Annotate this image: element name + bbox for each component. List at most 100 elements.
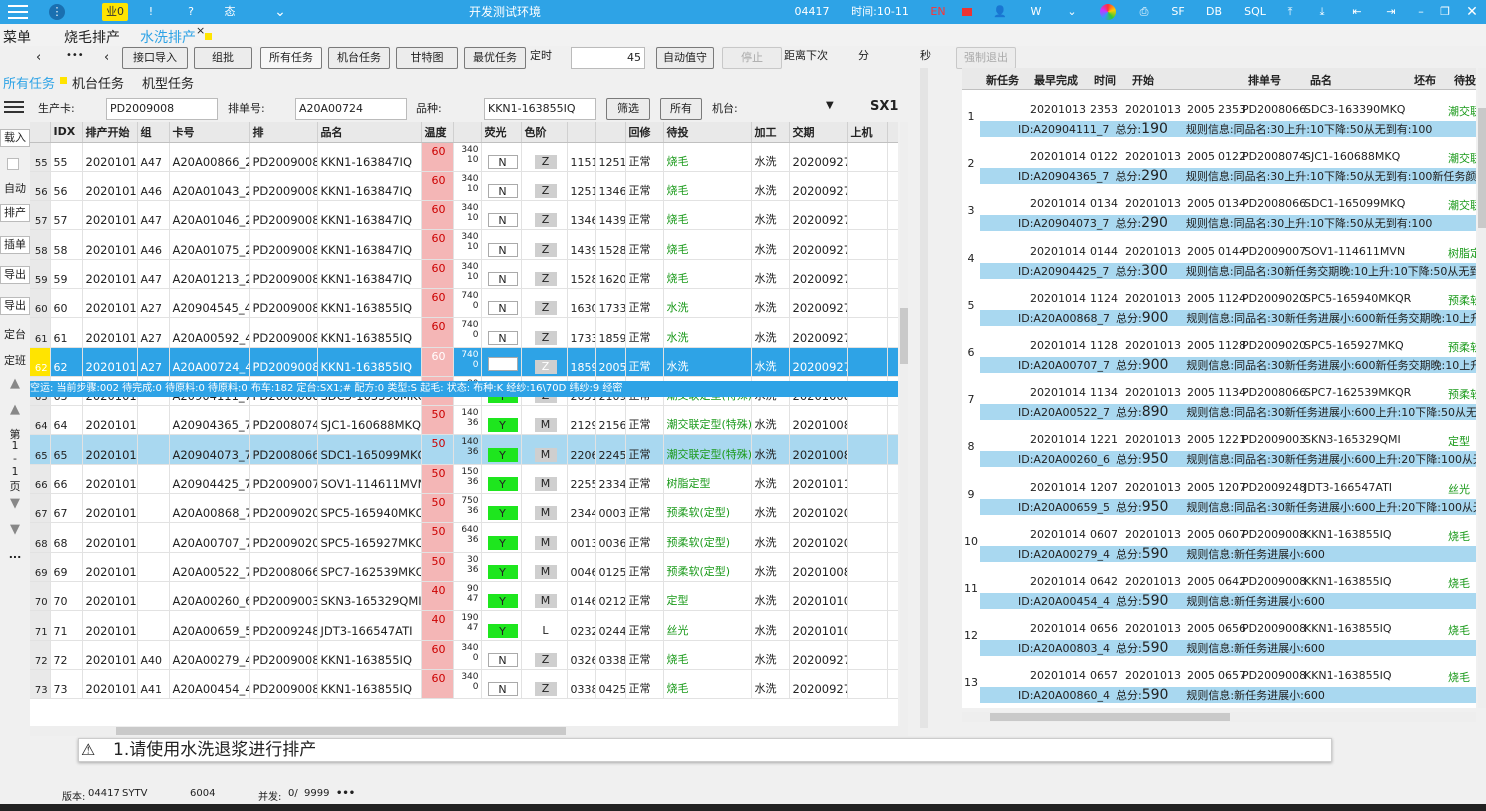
splitter[interactable] <box>920 68 928 728</box>
subtab-all-tasks[interactable]: 所有任务 <box>3 73 55 92</box>
business-badge[interactable]: 业0 <box>102 3 128 21</box>
gantt-button[interactable]: 甘特图 <box>396 47 458 69</box>
column-header[interactable]: 卡号 <box>169 122 250 143</box>
plan-input[interactable]: A20A00724 <box>295 98 407 120</box>
status-more-icon[interactable]: ••• <box>336 788 355 799</box>
prev-arrow-icon[interactable]: ‹ <box>104 50 109 65</box>
column-header[interactable] <box>453 122 482 143</box>
column-header[interactable]: 上机 <box>847 122 888 143</box>
more-side-icon[interactable]: ... <box>0 548 30 561</box>
page-up-icon[interactable]: ▲ <box>0 402 30 417</box>
fixed-machine-button[interactable]: 定台 <box>0 326 30 342</box>
to-end-icon[interactable]: ⇥ <box>1382 0 1400 24</box>
candidate-row[interactable]: 3 20201014 0134 20201013 2005 0134 PD2008066 SD… <box>962 197 1476 244</box>
candidate-column-header[interactable]: 排单号 <box>1248 72 1281 88</box>
table-row[interactable]: 626220201013A27A20A00724_4PD2009008KKN1-… <box>30 347 898 377</box>
column-header[interactable]: IDX <box>50 122 83 143</box>
table-row[interactable]: 565620201013A46A20A01043_2PD2009008KKN1-… <box>30 171 898 202</box>
candidate-row[interactable]: 8 20201014 1221 20201013 2005 1221 PD2009003 SK… <box>962 433 1476 480</box>
double-chevron-icon[interactable]: ⌄ <box>1062 0 1082 24</box>
list-menu-icon[interactable] <box>4 98 24 116</box>
auto-checkbox[interactable] <box>7 158 19 170</box>
candidate-column-header[interactable]: 品名 <box>1310 72 1332 88</box>
right-hscroll[interactable] <box>962 712 1476 722</box>
download-icon[interactable]: ⤓ <box>1314 0 1330 24</box>
machine-tasks-button[interactable]: 机台任务 <box>328 47 390 69</box>
tab-menu[interactable]: 菜单 <box>3 27 31 47</box>
column-header[interactable]: 待投 <box>663 122 752 143</box>
candidate-column-header[interactable]: 新任务 <box>986 72 1019 88</box>
import-button[interactable]: 接口导入 <box>122 47 188 69</box>
candidate-row[interactable]: 10 20201014 0607 20201013 2005 0607 PD2009008 K… <box>962 528 1476 575</box>
page-down-icon[interactable]: ▼ <box>0 496 30 511</box>
print-icon[interactable]: ⎙ <box>1134 0 1154 24</box>
candidate-row[interactable]: 1 20201013 2353 20201013 2005 2353 PD2008066 SD… <box>962 103 1476 150</box>
timer-input[interactable]: 45 <box>571 47 645 69</box>
candidate-row[interactable]: 13 20201014 0657 20201013 2005 0657 PD2009008 K… <box>962 669 1476 708</box>
candidate-row[interactable]: 9 20201014 1207 20201013 2005 1207 PD2009248 JD… <box>962 481 1476 528</box>
column-header[interactable] <box>567 122 596 143</box>
table-row[interactable]: 656520201013A20904073_7PD2008066SDC1-165… <box>30 434 898 465</box>
candidate-column-header[interactable]: 待投 <box>1454 72 1476 88</box>
table-row[interactable]: 676720201013A20A00868_7PD2009020SPC5-165… <box>30 493 898 524</box>
grid-vscroll[interactable] <box>900 122 908 726</box>
status-icon[interactable]: 态 <box>222 0 238 24</box>
table-row[interactable]: 737320201014A41A20A00454_4PD2009008KKN1-… <box>30 669 898 700</box>
column-header[interactable]: 温度 <box>421 122 454 143</box>
table-row[interactable]: 717120201014A20A00659_5PD2009248JDT3-166… <box>30 610 898 641</box>
fixed-shift-button[interactable]: 定班 <box>0 352 30 368</box>
all-tasks-button[interactable]: 所有任务 <box>260 47 322 69</box>
sf-button[interactable]: SF <box>1166 0 1190 24</box>
table-row[interactable]: 606020201013A27A20904545_4PD2009008KKN1-… <box>30 288 898 319</box>
force-exit-button[interactable]: 强制退出 <box>956 47 1016 69</box>
chevron-down-icon[interactable]: ⌄ <box>272 0 288 24</box>
upload-icon[interactable]: ⤒ <box>1282 0 1298 24</box>
show-all-button[interactable]: 所有 <box>660 98 702 120</box>
schedule-button[interactable]: 排产 <box>0 204 30 222</box>
machine-dropdown-icon[interactable]: ▼ <box>826 100 834 111</box>
to-start-icon[interactable]: ⇤ <box>1348 0 1366 24</box>
candidate-row[interactable]: 5 20201014 1124 20201013 2005 1124 PD2009020 SP… <box>962 292 1476 339</box>
tab-wash-scheduling[interactable]: 水洗排产 <box>140 27 196 47</box>
back-arrow-icon[interactable]: ‹ <box>36 50 41 65</box>
column-header[interactable] <box>30 122 51 143</box>
candidate-row[interactable]: 2 20201014 0122 20201013 2005 0122 PD2008074 SJ… <box>962 150 1476 197</box>
candidate-row[interactable]: 11 20201014 0642 20201013 2005 0642 PD2009008 K… <box>962 575 1476 622</box>
candidate-column-header[interactable]: 时间 <box>1094 72 1116 88</box>
column-header[interactable] <box>887 122 898 143</box>
candidate-column-header[interactable]: 最早完成 <box>1034 72 1078 88</box>
table-row[interactable]: 666620201013A20904425_7PD2009007SOV1-114… <box>30 464 898 495</box>
candidate-row[interactable]: 12 20201014 0656 20201013 2005 0656 PD2009008 K… <box>962 622 1476 669</box>
user-icon[interactable]: 👤 <box>990 0 1010 24</box>
table-row[interactable]: 727220201014A40A20A00279_4PD2009008KKN1-… <box>30 640 898 670</box>
column-header[interactable]: 回修 <box>625 122 664 143</box>
sql-button[interactable]: SQL <box>1240 0 1270 24</box>
table-row[interactable]: 595920201013A47A20A01213_2PD2009008KKN1-… <box>30 259 898 289</box>
wechat-icon[interactable]: W <box>1026 0 1046 24</box>
table-row[interactable]: 585820201013A46A20A01075_2PD2009008KKN1-… <box>30 229 898 260</box>
stop-button[interactable]: 停止 <box>722 47 782 69</box>
column-header[interactable]: 荧光 <box>481 122 522 143</box>
grid-hscroll[interactable] <box>30 726 908 736</box>
product-input[interactable]: KKN1-163855IQ <box>484 98 596 120</box>
candidate-column-header[interactable]: 开始 <box>1132 72 1154 88</box>
more-icon[interactable]: ••• <box>66 50 84 61</box>
subtab-type-tasks[interactable]: 机型任务 <box>142 73 194 92</box>
tab-burn-scheduling[interactable]: 烧毛排产 <box>64 27 120 47</box>
scroll-top-icon[interactable]: ▲ <box>0 376 30 391</box>
info-icon[interactable]: ⋮ <box>48 0 66 24</box>
table-row[interactable]: 646420201013A20904365_7PD2008074SJC1-160… <box>30 405 898 436</box>
candidate-row[interactable]: 6 20201014 1128 20201013 2005 1128 PD2009020 SP… <box>962 339 1476 386</box>
table-row[interactable]: 686820201014A20A00707_7PD2009020SPC5-165… <box>30 522 898 553</box>
close-icon[interactable]: ✕ <box>1464 0 1480 24</box>
export-button-2[interactable]: 导出 <box>0 297 30 315</box>
help-icon[interactable]: ? <box>184 0 198 24</box>
candidate-row[interactable]: 7 20201014 1134 20201013 2005 1134 PD2008066 SP… <box>962 386 1476 433</box>
card-input[interactable]: PD2009008 <box>106 98 218 120</box>
column-header[interactable]: 排产开始 <box>82 122 138 143</box>
flag-icon[interactable] <box>960 0 974 24</box>
column-header[interactable]: 排 <box>249 122 318 143</box>
tab-close-icon[interactable]: × <box>196 24 205 37</box>
right-vscroll[interactable] <box>1478 68 1486 708</box>
column-header[interactable]: 交期 <box>789 122 848 143</box>
